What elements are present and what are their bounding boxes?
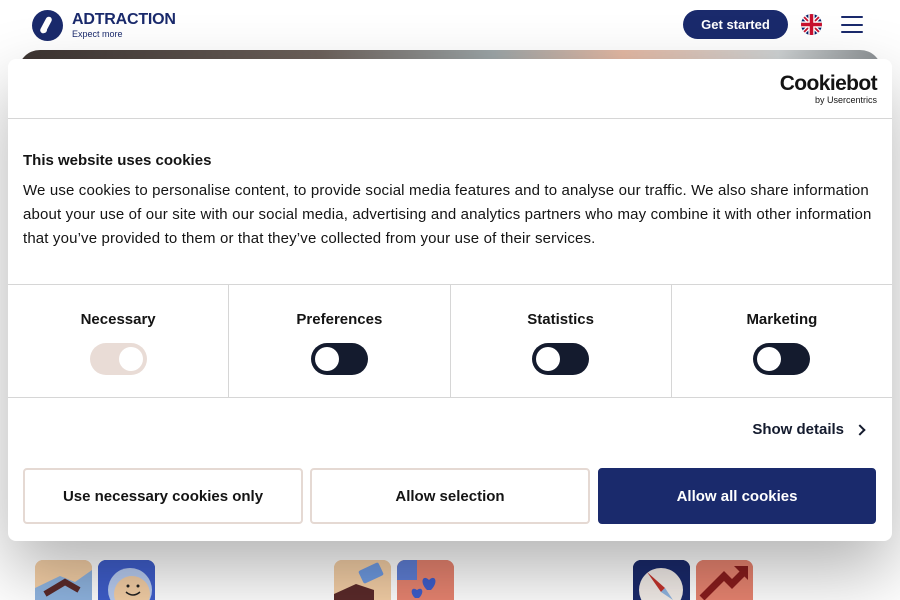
toggle-statistics: Statistics xyxy=(451,285,672,397)
cookiebot-logo[interactable]: Cookiebot by Usercentrics xyxy=(779,72,878,105)
use-necessary-cookies-button[interactable]: Use necessary cookies only xyxy=(23,468,303,524)
compass-icon xyxy=(633,560,690,600)
toggle-marketing: Marketing xyxy=(672,285,892,397)
switch-knob xyxy=(314,347,339,371)
logo-name: ADTRACTION xyxy=(72,10,176,28)
switch-knob xyxy=(536,347,561,371)
site-header: ADTRACTION Expect more Get started xyxy=(0,0,900,50)
preferences-switch[interactable] xyxy=(310,343,368,375)
adtraction-logo[interactable]: ADTRACTION Expect more xyxy=(32,9,176,41)
logo-text: ADTRACTION Expect more xyxy=(72,10,176,39)
switch-knob xyxy=(118,347,143,371)
chevron-right-icon xyxy=(854,423,866,436)
dialog-body: This website uses cookies We use cookies… xyxy=(8,152,892,251)
hamburger-menu-icon[interactable] xyxy=(841,16,863,33)
dialog-description: We use cookies to personalise content, t… xyxy=(23,182,872,247)
show-details-label: Show details xyxy=(752,421,844,438)
allow-all-cookies-button[interactable]: Allow all cookies xyxy=(598,468,876,524)
get-started-button[interactable]: Get started xyxy=(683,10,788,39)
statistics-switch[interactable] xyxy=(532,343,590,375)
toggle-necessary: Necessary xyxy=(8,285,230,397)
toggle-statistics-label: Statistics xyxy=(527,311,594,328)
toggle-preferences: Preferences xyxy=(229,285,451,397)
marketing-switch[interactable] xyxy=(753,343,811,375)
growth-arrow-icon xyxy=(696,560,753,600)
cookiebot-wordmark: Cookiebot xyxy=(779,72,878,95)
toggle-preferences-label: Preferences xyxy=(296,311,383,328)
cookie-consent-dialog: Cookiebot by Usercentrics This website u… xyxy=(8,59,892,541)
dialog-title: This website uses cookies xyxy=(23,152,212,169)
hearts-icon xyxy=(397,560,454,600)
smiley-moon-icon xyxy=(98,560,155,600)
adtraction-logo-mark xyxy=(32,9,63,41)
logo-tagline: Expect more xyxy=(72,28,123,39)
allow-selection-button[interactable]: Allow selection xyxy=(310,468,590,524)
dialog-header: Cookiebot by Usercentrics xyxy=(8,59,892,119)
consent-toggles: Necessary Preferences Statistics Marketi… xyxy=(8,284,892,398)
uk-flag-icon[interactable] xyxy=(801,14,822,35)
handshake-icon xyxy=(35,560,92,600)
necessary-switch xyxy=(89,343,147,375)
toggle-necessary-label: Necessary xyxy=(80,311,156,328)
payment-hand-icon xyxy=(334,560,391,600)
toggle-marketing-label: Marketing xyxy=(746,311,818,328)
cookiebot-subtitle: by Usercentrics xyxy=(814,95,877,105)
switch-knob xyxy=(757,347,782,371)
feature-icons xyxy=(0,560,900,600)
show-details-link[interactable]: Show details xyxy=(752,421,866,438)
